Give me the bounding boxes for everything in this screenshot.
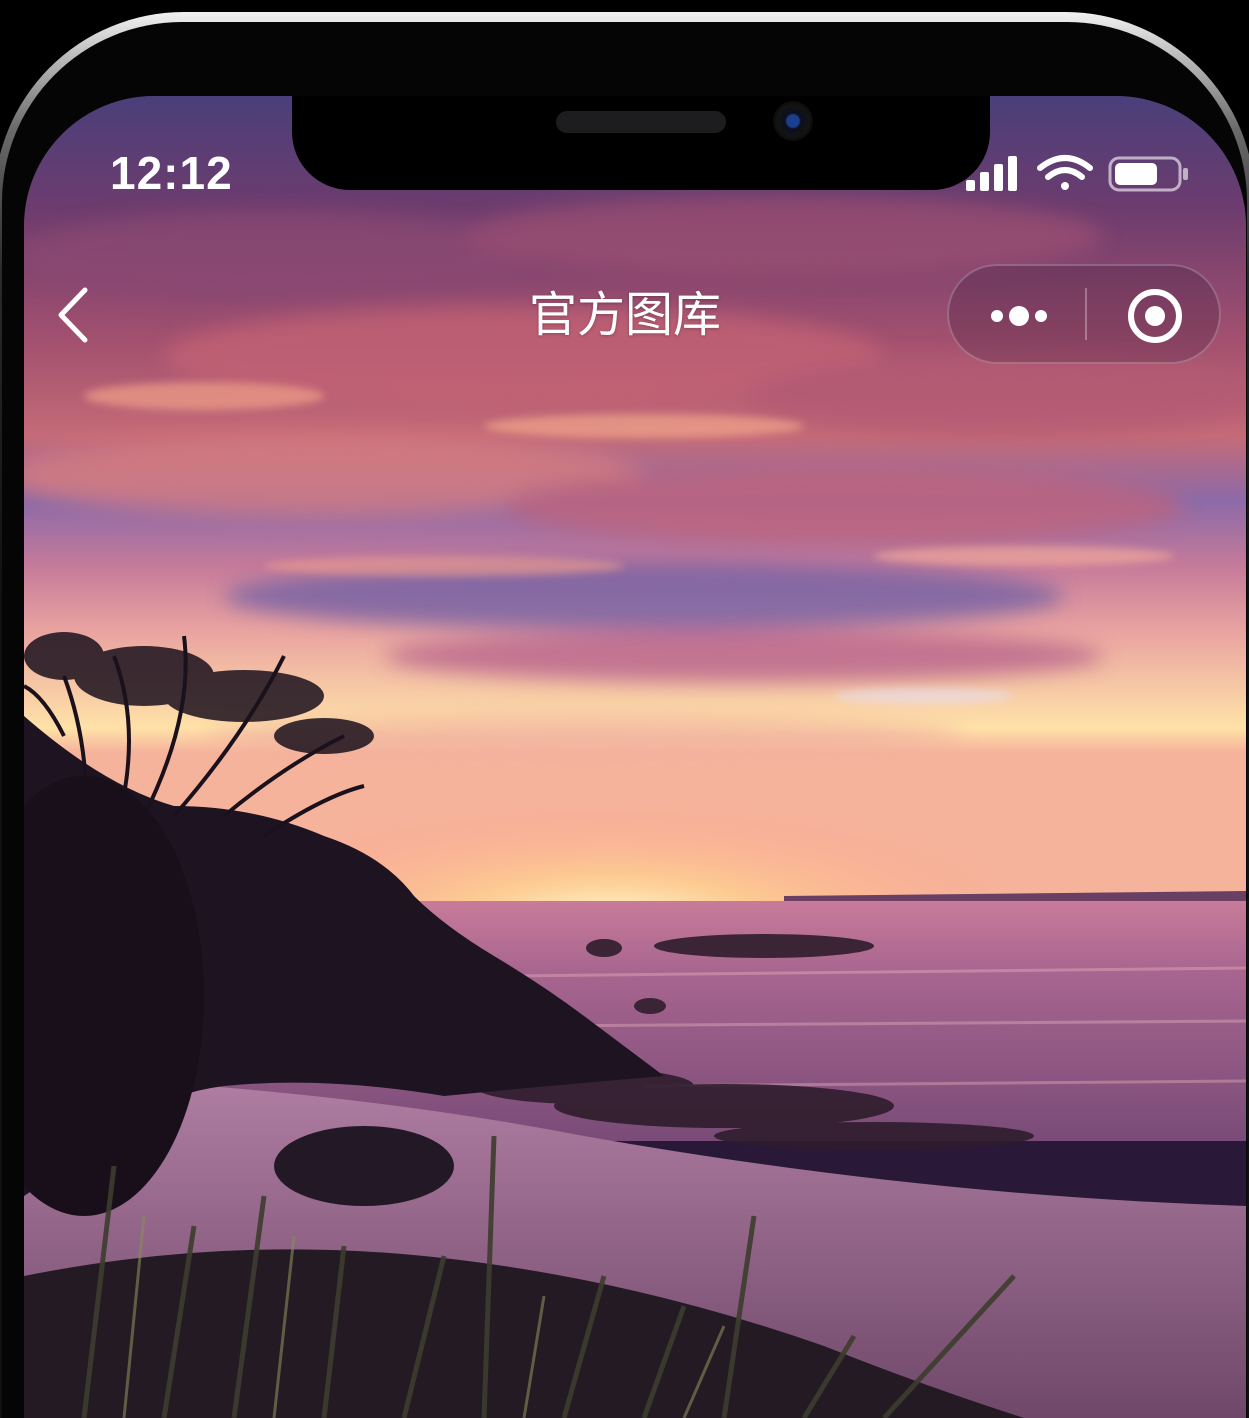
more-dots-icon bbox=[991, 306, 1047, 326]
cellular-signal-icon bbox=[966, 156, 1017, 191]
battery-icon bbox=[1108, 156, 1188, 192]
close-button[interactable] bbox=[1087, 266, 1221, 362]
status-time: 12:12 bbox=[110, 147, 233, 199]
page-title: 官方图库 bbox=[528, 287, 721, 343]
mini-program-capsule bbox=[947, 264, 1221, 364]
chevron-left-icon bbox=[58, 287, 88, 343]
wifi-icon bbox=[1037, 155, 1093, 190]
target-circle-icon bbox=[1128, 289, 1182, 343]
status-icons bbox=[966, 155, 1188, 192]
phone-device: 12:12 官方图库 bbox=[0, 0, 1249, 1418]
earpiece-speaker bbox=[556, 111, 726, 133]
back-button[interactable] bbox=[52, 282, 102, 348]
front-camera bbox=[773, 101, 813, 141]
more-button[interactable] bbox=[949, 266, 1085, 362]
